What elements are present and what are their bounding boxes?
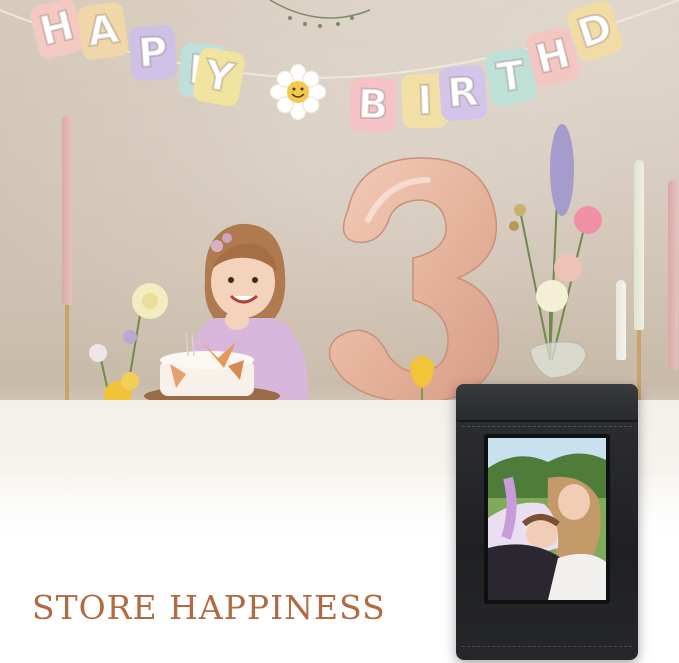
- banner-letter: A: [76, 1, 130, 61]
- banner-letter: B: [349, 77, 397, 133]
- album-photo: [488, 438, 606, 600]
- smiley-daisy-icon: [270, 64, 326, 120]
- taper-candle-far-right: [668, 180, 678, 370]
- product-image: HAPPYBIRTHD: [0, 0, 679, 663]
- flower-vase-right: [509, 124, 602, 379]
- album-stitch-bottom: [462, 646, 632, 647]
- headline: STORE HAPPINESS: [32, 588, 386, 628]
- taper-candle-right: [634, 160, 644, 330]
- album-stitch-top: [462, 426, 632, 427]
- banner-letter: R: [438, 64, 488, 122]
- album-photo-window: [484, 434, 610, 604]
- taper-candle-left: [62, 115, 72, 305]
- album-lid: [456, 384, 638, 422]
- banner-letter: P: [128, 24, 178, 82]
- banner-letter: Y: [191, 46, 247, 108]
- taper-candle-mid: [616, 280, 626, 360]
- mini-photo-album: [456, 384, 638, 660]
